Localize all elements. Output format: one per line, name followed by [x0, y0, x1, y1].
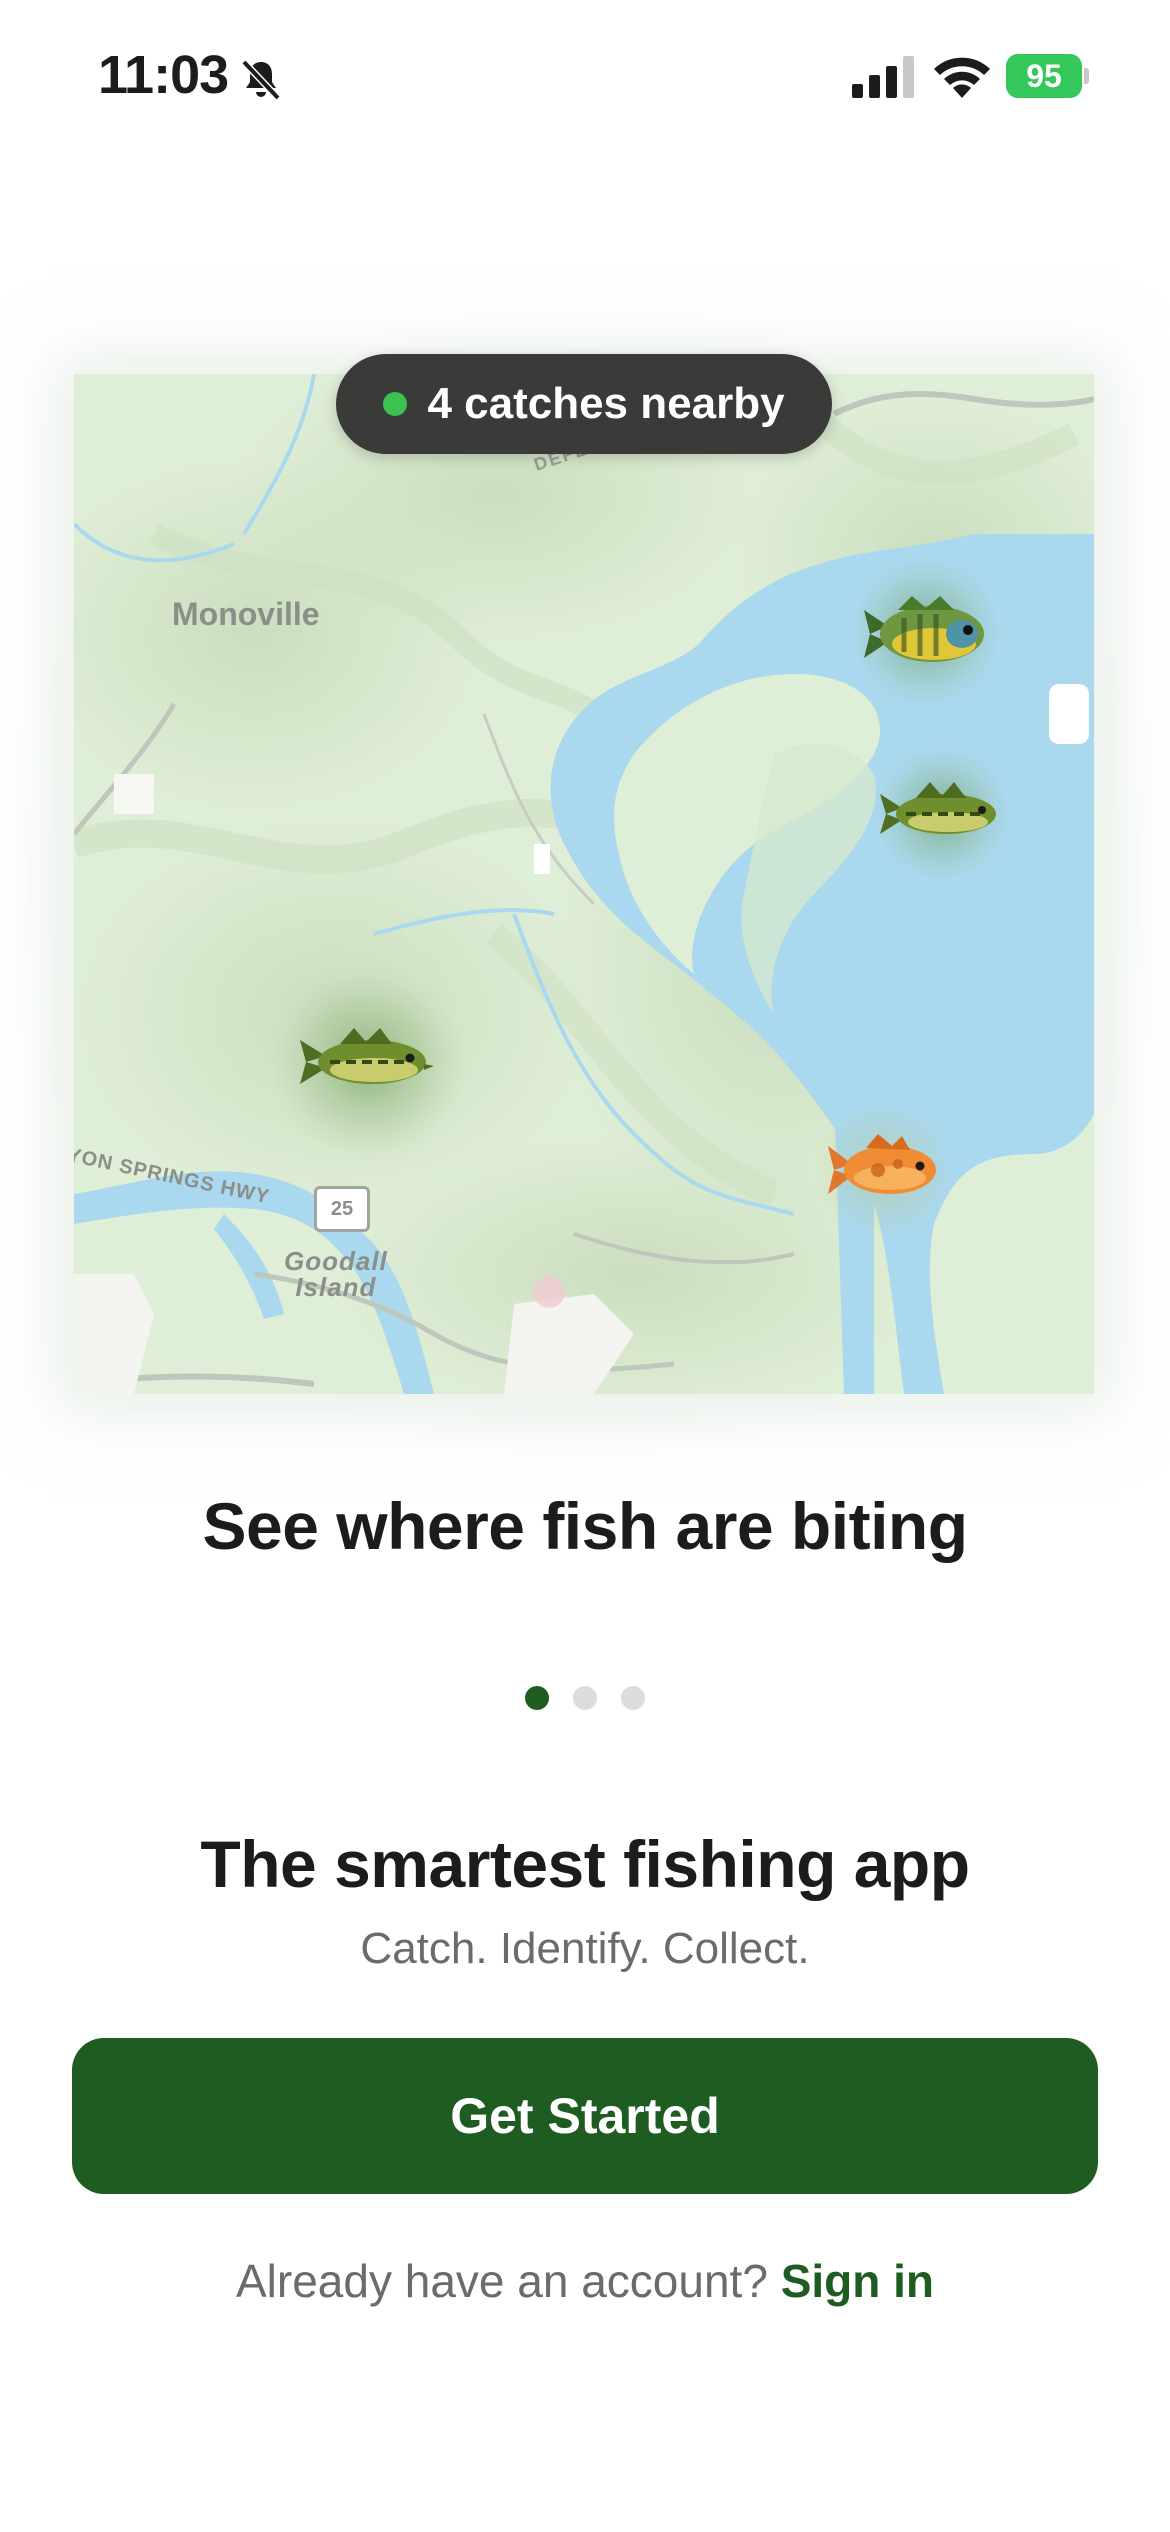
live-indicator-dot — [383, 392, 408, 416]
bell-slash-icon — [241, 59, 281, 101]
signin-prompt: Already have an account? — [235, 2255, 768, 2307]
battery-level: 95 — [1006, 54, 1082, 98]
route-shield-number: 25 — [330, 1197, 354, 1220]
route-shield-25: 25 — [314, 1186, 370, 1232]
wifi-icon — [934, 57, 990, 98]
bass-fish-icon[interactable] — [880, 778, 1006, 848]
catches-nearby-badge: 4 catches nearby — [336, 354, 832, 454]
catch-map[interactable]: Monoville YON SPRINGS HWY 25 Goodall Isl… — [74, 374, 1094, 1394]
page-dot-3[interactable] — [621, 1686, 645, 1710]
map-label-island: Goodall Island — [284, 1248, 388, 1300]
signin-row: Already have an account? Sign in — [0, 2254, 1170, 2308]
bass-fish-icon[interactable] — [300, 1022, 436, 1098]
onboarding-headline: The smartest fishing app — [200, 1827, 970, 1901]
page-dot-2[interactable] — [573, 1686, 597, 1710]
page-dot-1[interactable] — [525, 1686, 549, 1710]
cellular-signal-icon — [852, 56, 914, 98]
get-started-button[interactable]: Get Started — [72, 2038, 1098, 2194]
map-label-island-line2: Island — [295, 1272, 377, 1302]
battery-charging-icon: 95 — [1006, 54, 1090, 100]
sign-in-link[interactable]: Sign in — [781, 2255, 934, 2307]
onboarding-tagline: Catch. Identify. Collect. — [360, 1924, 810, 1973]
status-bar: 11:03 95 — [0, 0, 1170, 150]
battery-cap — [1084, 68, 1089, 84]
carousel-page-indicator[interactable] — [0, 1686, 1170, 1710]
map-label-island-line1: Goodall — [284, 1246, 388, 1276]
carousel-slide-title: See where fish are biting — [202, 1489, 968, 1563]
orange-fish-icon[interactable] — [828, 1134, 944, 1206]
catches-nearby-text: 4 catches nearby — [427, 379, 785, 428]
map-label-town: Monoville — [172, 596, 320, 632]
bluegill-fish-icon[interactable] — [864, 594, 992, 672]
status-time: 11:03 — [98, 45, 229, 105]
map-terrain — [74, 374, 1094, 1394]
